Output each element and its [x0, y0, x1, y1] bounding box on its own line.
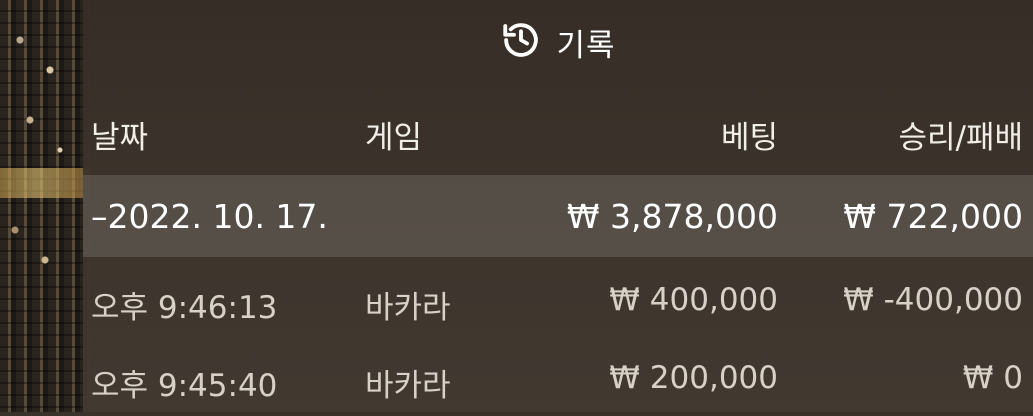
table-row[interactable]: 오후 9:45:40 바카라 ₩ 200,000 ₩ 0 — [83, 338, 1033, 416]
row-game: 바카라 — [365, 290, 451, 326]
date-group-result-total: ₩ 722,000 — [843, 197, 1023, 236]
history-header: 기록 — [83, 0, 1033, 84]
column-header-game[interactable]: 게임 — [365, 112, 422, 157]
background-image — [0, 0, 90, 412]
row-result: ₩ 0 — [962, 360, 1023, 396]
table-row[interactable]: 오후 9:46:13 바카라 ₩ 400,000 ₩ -400,000 — [83, 260, 1033, 338]
row-bet: ₩ 400,000 — [609, 282, 778, 318]
row-game: 바카라 — [365, 368, 451, 404]
column-header-result[interactable]: 승리/패배 — [898, 112, 1023, 157]
table-header: 날짜 게임 베팅 승리/패배 — [83, 90, 1033, 174]
history-icon — [500, 19, 542, 65]
page-title: 기록 — [556, 27, 616, 64]
date-group-row[interactable]: –2022. 10. 17. ₩ 3,878,000 ₩ 722,000 — [83, 175, 1033, 257]
column-header-date[interactable]: 날짜 — [91, 112, 148, 157]
date-group-bet-total: ₩ 3,878,000 — [566, 197, 778, 236]
row-result: ₩ -400,000 — [843, 282, 1023, 318]
row-bet: ₩ 200,000 — [609, 360, 778, 396]
row-time: 오후 9:45:40 — [91, 368, 278, 404]
date-group-label: –2022. 10. 17. — [91, 197, 328, 236]
column-header-bet[interactable]: 베팅 — [721, 112, 778, 157]
row-time: 오후 9:46:13 — [91, 290, 278, 326]
